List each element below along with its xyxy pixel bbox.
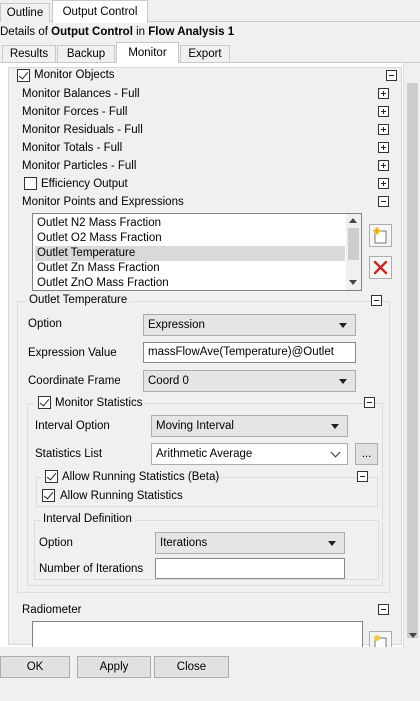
expression-value-field[interactable]: massFlowAve(Temperature)@Outlet: [143, 342, 356, 363]
details-heading: Details of Output Control in Flow Analys…: [0, 25, 234, 39]
allow-running-label: Allow Running Statistics: [60, 490, 183, 502]
tab-monitor[interactable]: Monitor: [116, 42, 179, 64]
coordinate-frame-dropdown[interactable]: Coord 0: [143, 370, 356, 392]
tab-monitor-label: Monitor: [128, 47, 167, 59]
monitor-objects-checkbox[interactable]: [17, 69, 30, 82]
expand-efficiency-icon[interactable]: [378, 178, 389, 189]
section-monitor-forces[interactable]: Monitor Forces - Full: [22, 106, 127, 118]
new-document-icon: [373, 227, 387, 244]
interval-option-label: Interval Option: [35, 420, 110, 432]
list-scroll-thumb[interactable]: [348, 228, 359, 260]
tab-outline-label: Outline: [6, 7, 44, 19]
monitor-objects-label: Monitor Objects: [34, 69, 115, 81]
statistics-list-browse-button[interactable]: ...: [355, 443, 378, 465]
details-parent: Flow Analysis 1: [148, 26, 235, 38]
scrollbar-thumb[interactable]: [407, 83, 418, 638]
interval-option-dropdown[interactable]: Moving Interval: [151, 415, 348, 437]
details-object: Output Control: [51, 26, 133, 38]
efficiency-output-checkbox[interactable]: [24, 177, 37, 190]
radiometer-new-button[interactable]: [369, 631, 392, 647]
list-item[interactable]: Outlet N2 Mass Fraction: [35, 216, 345, 231]
section-monitor-balances[interactable]: Monitor Balances - Full: [22, 88, 140, 100]
outlet-temperature-collapse-icon[interactable]: [371, 295, 382, 306]
tab-results[interactable]: Results: [2, 45, 56, 63]
list-scroll-up-icon[interactable]: [349, 218, 357, 223]
monitor-points-list[interactable]: Outlet N2 Mass Fraction Outlet O2 Mass F…: [32, 213, 362, 291]
close-button[interactable]: Close: [154, 656, 229, 678]
scroll-down-icon[interactable]: [409, 633, 417, 638]
number-of-iterations-field[interactable]: [155, 558, 345, 579]
allow-running-beta-label: Allow Running Statistics (Beta): [62, 471, 220, 483]
running-statistics-collapse-icon[interactable]: [357, 471, 368, 482]
expand-residuals-icon[interactable]: [378, 124, 389, 135]
expand-totals-icon[interactable]: [378, 142, 389, 153]
tab-outline[interactable]: Outline: [0, 3, 50, 22]
interval-definition-option-label: Option: [39, 537, 73, 549]
list-scroll-down-icon[interactable]: [349, 280, 357, 285]
monitor-points-collapse-icon[interactable]: [378, 196, 389, 207]
delete-x-icon: [373, 260, 388, 275]
list-item-selected[interactable]: Outlet Temperature: [35, 246, 345, 261]
list-item[interactable]: Outlet ZnO Mass Fraction: [35, 276, 345, 291]
efficiency-output-label: Efficiency Output: [41, 178, 128, 190]
allow-running-beta-checkbox[interactable]: [45, 470, 58, 483]
tab-backup[interactable]: Backup: [57, 45, 115, 63]
list-item[interactable]: Outlet O2 Mass Fraction: [35, 231, 345, 246]
expand-particles-icon[interactable]: [378, 160, 389, 171]
interval-definition-title: Interval Definition: [40, 513, 135, 525]
scrollbar[interactable]: [405, 63, 420, 647]
list-scrollbar[interactable]: [346, 214, 361, 290]
details-prefix: Details of: [0, 26, 52, 38]
section-monitor-totals[interactable]: Monitor Totals - Full: [22, 142, 122, 154]
tab-export-label: Export: [188, 48, 222, 60]
statistics-list-label: Statistics List: [35, 448, 103, 460]
section-monitor-residuals[interactable]: Monitor Residuals - Full: [22, 124, 143, 136]
monitor-statistics-checkbox[interactable]: [38, 396, 51, 409]
coordinate-frame-label: Coordinate Frame: [28, 375, 121, 387]
monitor-objects-collapse-icon[interactable]: [386, 70, 397, 81]
interval-definition-option-dropdown[interactable]: Iterations: [155, 532, 345, 554]
outlet-temperature-title: Outlet Temperature: [26, 294, 131, 306]
tab-output-control-label: Output Control: [62, 6, 138, 18]
number-of-iterations-label: Number of Iterations: [39, 563, 144, 575]
statistics-list-dropdown[interactable]: Arithmetic Average: [151, 443, 348, 465]
tab-results-label: Results: [9, 48, 49, 60]
option-label: Option: [28, 318, 62, 330]
expand-forces-icon[interactable]: [378, 106, 389, 117]
radiometer-list[interactable]: [32, 621, 363, 647]
apply-button[interactable]: Apply: [77, 656, 151, 678]
list-item[interactable]: Outlet Zn Mass Fraction: [35, 261, 345, 276]
expand-balances-icon[interactable]: [378, 88, 389, 99]
tab-backup-label: Backup: [66, 48, 106, 60]
tab-output-control[interactable]: Output Control: [52, 0, 148, 23]
delete-item-button[interactable]: [369, 256, 392, 279]
monitor-points-label: Monitor Points and Expressions: [22, 196, 184, 208]
monitor-statistics-collapse-icon[interactable]: [364, 397, 375, 408]
allow-running-checkbox[interactable]: [42, 489, 55, 502]
expression-value-label: Expression Value: [28, 347, 117, 359]
section-monitor-particles[interactable]: Monitor Particles - Full: [22, 160, 136, 172]
monitor-statistics-label: Monitor Statistics: [55, 397, 143, 409]
radiometer-collapse-icon[interactable]: [378, 604, 389, 615]
ok-button[interactable]: OK: [0, 656, 70, 678]
option-dropdown[interactable]: Expression: [143, 314, 356, 336]
details-mid: in: [132, 26, 149, 38]
new-item-button[interactable]: [369, 224, 392, 247]
new-document-icon: [374, 635, 387, 647]
radiometer-label: Radiometer: [22, 604, 82, 616]
tab-export[interactable]: Export: [180, 45, 230, 63]
